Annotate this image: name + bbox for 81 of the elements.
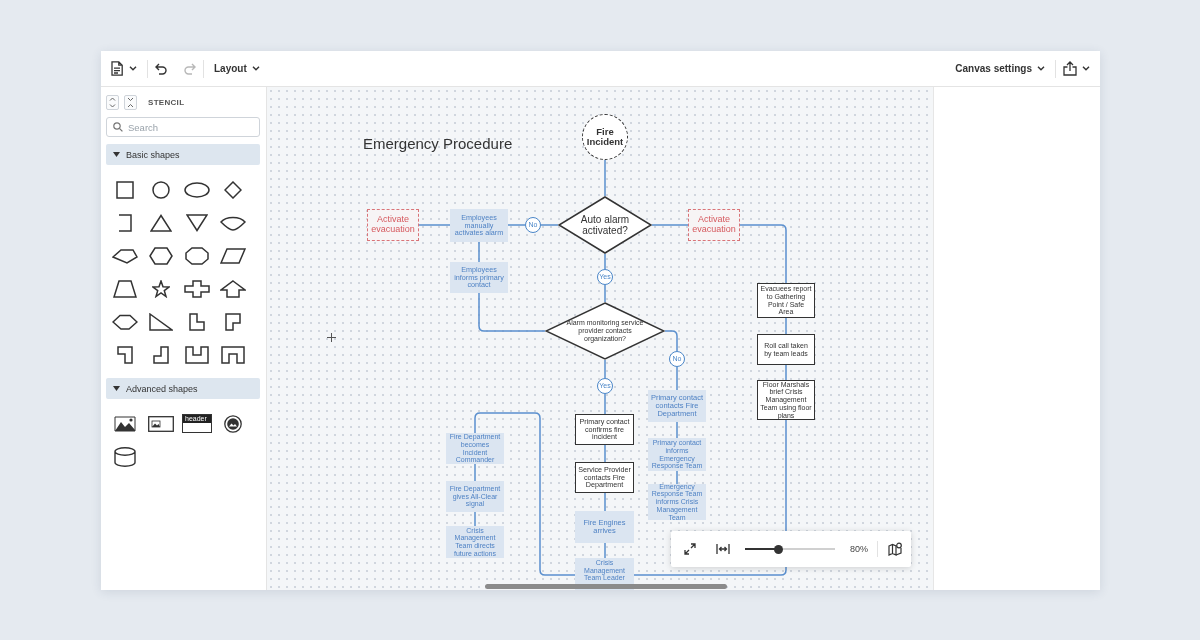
hexagon-icon[interactable] bbox=[149, 246, 173, 265]
export-icon bbox=[1063, 61, 1077, 76]
pentagon-icon[interactable] bbox=[112, 247, 138, 264]
chevron-up-down-icon bbox=[109, 97, 116, 108]
crosshair-cursor-icon bbox=[327, 333, 336, 342]
fit-width-icon bbox=[716, 543, 730, 555]
arrow-up-icon[interactable] bbox=[220, 279, 246, 298]
polygon-icon[interactable] bbox=[112, 313, 138, 330]
export-menu-button[interactable] bbox=[1063, 61, 1090, 76]
caret-icon bbox=[1082, 66, 1090, 71]
search-icon bbox=[113, 122, 123, 132]
connector-line bbox=[604, 284, 606, 303]
trapezoid-icon[interactable] bbox=[113, 279, 137, 298]
scrollbar-thumb[interactable] bbox=[485, 584, 727, 589]
ellipse-icon[interactable] bbox=[184, 181, 210, 198]
square-icon[interactable] bbox=[116, 180, 134, 199]
diagram-title: Emergency Procedure bbox=[363, 135, 513, 152]
triangle-icon[interactable] bbox=[150, 213, 172, 232]
cylinder-icon[interactable] bbox=[114, 446, 136, 467]
decision-node: Auto alarm activated? bbox=[558, 196, 652, 254]
connector-line bbox=[604, 359, 606, 379]
star-icon[interactable] bbox=[152, 279, 170, 298]
alert-node: Activate evacuation bbox=[688, 209, 740, 241]
notch-shape-icon[interactable] bbox=[117, 345, 133, 364]
connector-line bbox=[478, 292, 546, 332]
caret-icon bbox=[129, 66, 137, 71]
diamond-icon[interactable] bbox=[224, 180, 242, 199]
right-triangle-icon[interactable] bbox=[149, 312, 173, 331]
parallelogram-icon[interactable] bbox=[220, 247, 246, 264]
slider-thumb[interactable] bbox=[773, 544, 783, 554]
alert-node: Activate evacuation bbox=[367, 209, 419, 241]
caret-icon bbox=[113, 386, 120, 391]
fullscreen-button[interactable] bbox=[684, 543, 696, 555]
undo-button[interactable] bbox=[155, 62, 167, 75]
search-field[interactable]: Search bbox=[106, 117, 260, 137]
start-node: Fire Incident bbox=[582, 114, 628, 160]
caret-icon bbox=[1037, 66, 1045, 71]
section-header[interactable]: Advanced shapes bbox=[106, 378, 260, 399]
map-icon bbox=[888, 542, 902, 556]
redo-icon bbox=[184, 62, 196, 75]
connector-line bbox=[785, 364, 787, 381]
image-icon[interactable] bbox=[114, 415, 136, 432]
arch-shape-icon[interactable] bbox=[221, 345, 245, 364]
caret-icon bbox=[113, 152, 120, 157]
connector-line bbox=[478, 241, 480, 263]
corner-shape-icon[interactable] bbox=[225, 312, 241, 331]
document-menu-button[interactable] bbox=[111, 61, 137, 76]
stencil-title: STENCIL bbox=[148, 98, 185, 107]
circle-icon[interactable] bbox=[152, 180, 170, 199]
caret-icon bbox=[251, 66, 260, 71]
lens-icon[interactable] bbox=[220, 214, 246, 231]
u-shape-icon[interactable] bbox=[185, 345, 209, 364]
layout-menu-button[interactable]: Layout bbox=[214, 63, 260, 74]
fit-width-button[interactable] bbox=[716, 543, 730, 555]
image-frame-icon[interactable] bbox=[148, 415, 174, 432]
document-icon bbox=[111, 61, 123, 76]
connector-line bbox=[676, 366, 678, 391]
connector-line bbox=[664, 330, 678, 352]
octagon-icon[interactable] bbox=[185, 246, 209, 265]
connector-line bbox=[418, 224, 451, 226]
inverted-triangle-icon[interactable] bbox=[186, 213, 208, 232]
circle-image-icon[interactable] bbox=[224, 414, 242, 433]
undo-icon bbox=[155, 62, 167, 75]
step-shape-icon[interactable] bbox=[153, 345, 169, 364]
connector-line bbox=[540, 224, 559, 226]
canvas-settings-button[interactable]: Canvas settings bbox=[955, 63, 1045, 74]
connector-line bbox=[739, 224, 787, 284]
l-shape-icon[interactable] bbox=[189, 312, 205, 331]
section-header[interactable]: Basic shapes bbox=[106, 144, 260, 165]
collapse-button[interactable] bbox=[124, 95, 137, 110]
minimap-button[interactable] bbox=[888, 542, 902, 556]
zoom-level-text: 80% bbox=[850, 544, 868, 554]
connector-line bbox=[604, 159, 606, 197]
connector-line bbox=[507, 224, 526, 226]
bracket-icon[interactable] bbox=[118, 213, 132, 232]
connector-line bbox=[785, 317, 787, 335]
chevron-collapse-icon bbox=[127, 97, 134, 108]
expand-arrows-icon bbox=[684, 543, 696, 555]
cross-icon[interactable] bbox=[184, 279, 210, 298]
connector-line bbox=[651, 224, 689, 226]
connector-line bbox=[604, 253, 606, 270]
